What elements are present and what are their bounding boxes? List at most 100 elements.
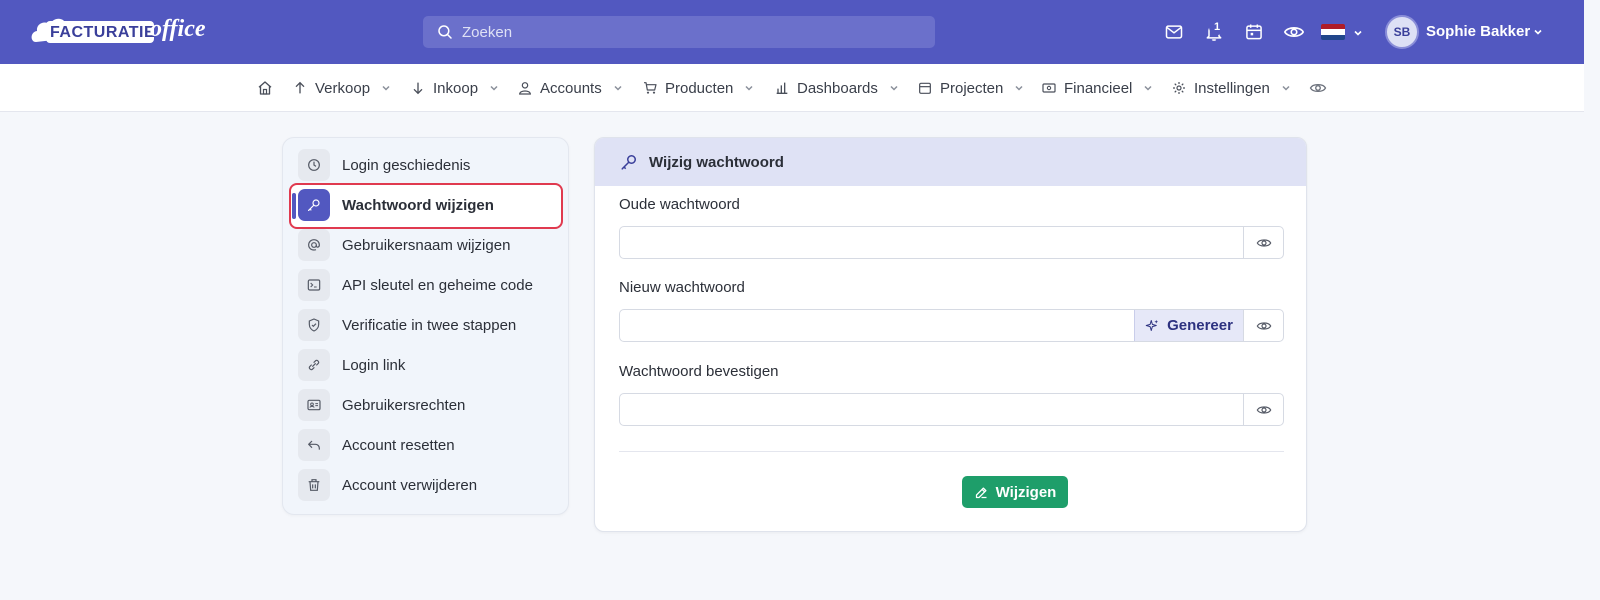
nav-item-label: Inkoop (433, 79, 479, 97)
chevron-down-icon[interactable] (1352, 27, 1364, 39)
money-icon (1042, 83, 1056, 93)
sidebar-item-label: Login geschiedenis (342, 156, 471, 174)
sidebar-icon-box (298, 469, 330, 501)
mail-button[interactable] (1162, 20, 1186, 44)
sidebar-item-label: Verificatie in twee stappen (342, 316, 517, 334)
sidebar-icon-box (298, 349, 330, 381)
eye-icon (1256, 405, 1271, 414)
sidebar-item-delete-account[interactable]: Account verwijderen (298, 467, 561, 503)
search-icon (438, 25, 452, 39)
at-icon (308, 239, 320, 251)
sidebar-item-label: Account resetten (342, 436, 455, 454)
nav-item-verkoop[interactable]: Verkoop (292, 64, 392, 112)
chevron-down-icon[interactable] (1532, 26, 1544, 38)
nav-item-accounts[interactable]: Accounts (517, 64, 624, 112)
nav-home[interactable] (256, 64, 274, 112)
sidebar-item-label: Gebruikersnaam wijzigen (342, 236, 511, 254)
panel-title: Wijzig wachtwoord (649, 153, 784, 171)
logo-text: FACTURATIE (50, 24, 156, 41)
nav-item-label: Financieel (1064, 79, 1133, 97)
clock-icon (308, 159, 320, 171)
notification-badge: 1 (1209, 19, 1225, 35)
calendar-button[interactable] (1242, 20, 1266, 44)
chevron-down-icon (745, 85, 753, 91)
bar-chart-icon (776, 82, 788, 94)
sidebar-item-user-rights[interactable]: Gebruikersrechten (298, 387, 561, 423)
nav-item-label: Projecten (940, 79, 1004, 97)
nav-item-inkoop[interactable]: Inkoop (410, 64, 500, 112)
search-bar[interactable] (423, 16, 935, 48)
avatar[interactable]: SB (1385, 15, 1419, 49)
submit-label: Wijzigen (995, 483, 1057, 501)
nav-preview-button[interactable] (1309, 64, 1327, 112)
eye-icon (1256, 238, 1271, 247)
logo[interactable]: FACTURATIE office (30, 12, 206, 52)
nav-item-dashboards[interactable]: Dashboards (774, 64, 900, 112)
user-name[interactable]: Sophie Bakker (1426, 23, 1530, 40)
new-password-label: Nieuw wachtwoord (619, 279, 745, 296)
sidebar-icon-box (298, 189, 330, 221)
active-item-indicator (292, 193, 296, 219)
chevron-down-icon (490, 85, 498, 91)
generate-label: Genereer (1167, 317, 1233, 334)
chevron-down-icon (382, 85, 390, 91)
nav-item-instellingen[interactable]: Instellingen (1171, 64, 1292, 112)
edit-icon (975, 487, 987, 498)
form-divider (619, 451, 1284, 452)
sidebar-item-label: Login link (342, 356, 406, 374)
old-password-label: Oude wachtwoord (619, 196, 740, 213)
toggle-visibility-button[interactable] (1243, 394, 1283, 425)
sidebar-item-change-username[interactable]: Gebruikersnaam wijzigen (298, 227, 561, 263)
key-icon (308, 199, 320, 211)
key-icon (621, 155, 636, 170)
sidebar-item-api-key[interactable]: API sleutel en geheime code (298, 267, 561, 303)
sidebar-item-change-password[interactable]: Wachtwoord wijzigen (298, 187, 561, 223)
sidebar-item-reset-account[interactable]: Account resetten (298, 427, 561, 463)
search-input[interactable] (462, 23, 902, 41)
submit-button[interactable]: Wijzigen (962, 476, 1068, 508)
sidebar-icon-box (298, 389, 330, 421)
scrollbar-track[interactable] (1584, 0, 1600, 600)
confirm-password-input[interactable] (620, 394, 1243, 425)
sparkles-icon (1145, 319, 1159, 331)
old-password-input[interactable] (620, 227, 1243, 258)
confirm-password-field (619, 393, 1284, 426)
eye-icon (1283, 27, 1305, 37)
sidebar-item-login-history[interactable]: Login geschiedenis (298, 147, 561, 183)
toggle-visibility-button[interactable] (1243, 227, 1283, 258)
arrow-up-icon (295, 81, 305, 94)
panel-header: Wijzig wachtwoord (595, 138, 1306, 186)
sidebar-item-label: Gebruikersrechten (342, 396, 466, 414)
nav-item-producten[interactable]: Producten (642, 64, 755, 112)
nav-item-financieel[interactable]: Financieel (1041, 64, 1154, 112)
nav-item-label: Producten (665, 79, 734, 97)
new-password-input[interactable] (620, 310, 1134, 341)
nav-item-label: Verkoop (315, 79, 371, 97)
trash-icon (308, 479, 320, 491)
nav-item-label: Accounts (540, 79, 602, 97)
confirm-password-label: Wachtwoord bevestigen (619, 363, 779, 380)
sidebar-icon-box (298, 149, 330, 181)
preview-button[interactable] (1282, 20, 1306, 44)
sidebar-item-two-step[interactable]: Verificatie in twee stappen (298, 307, 561, 343)
id-card-icon (307, 399, 321, 411)
sidebar-item-label: Wachtwoord wijzigen (342, 196, 494, 214)
toggle-visibility-button[interactable] (1243, 310, 1283, 341)
language-flag[interactable] (1321, 24, 1345, 40)
old-password-field (619, 226, 1284, 259)
link-icon (308, 359, 320, 371)
shield-icon (308, 318, 320, 332)
top-bar: FACTURATIE office 1 (0, 0, 1584, 64)
sidebar-icon-box (298, 269, 330, 301)
nav-item-projecten[interactable]: Projecten (917, 64, 1025, 112)
home-icon (258, 81, 272, 95)
eye-icon (1309, 83, 1327, 93)
sidebar-item-label: API sleutel en geheime code (342, 276, 533, 294)
new-password-field: Genereer (619, 309, 1284, 342)
sidebar-icon-box (298, 309, 330, 341)
generate-password-button[interactable]: Genereer (1134, 310, 1243, 341)
sidebar-item-login-link[interactable]: Login link (298, 347, 561, 383)
sidebar-item-label: Account verwijderen (342, 476, 478, 494)
chevron-down-icon (1144, 85, 1152, 91)
main-navigation: Verkoop Inkoop Accounts Producten Dashbo… (0, 64, 1584, 112)
